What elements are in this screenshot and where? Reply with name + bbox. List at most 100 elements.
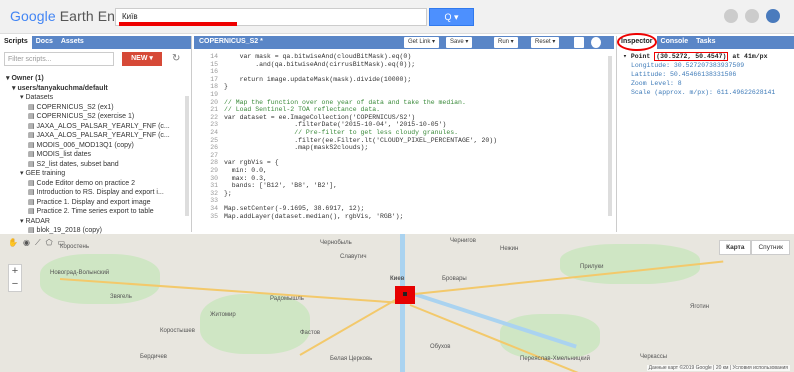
- code-line[interactable]: bands: ['B12', 'B8', 'B2'],: [224, 182, 337, 190]
- code-line[interactable]: var rgbVis = {: [224, 159, 279, 167]
- filter-scripts-input[interactable]: Filter scripts...: [4, 52, 114, 66]
- folder-item[interactable]: ▾ users/tanyakuchma/default: [6, 84, 191, 94]
- map-tools: ✋ ◉ ⟋ ⬠ ▭: [8, 238, 65, 248]
- map-label: Черкассы: [640, 354, 668, 360]
- code-line[interactable]: .filterDate('2015-10-04', '2015-10-05'): [224, 121, 446, 129]
- help-icon[interactable]: [724, 9, 738, 23]
- script-title: COPERNICUS_S2 *: [199, 38, 263, 45]
- code-line[interactable]: Map.addLayer(dataset.median(), rgbVis, '…: [224, 213, 403, 221]
- settings-icon[interactable]: [591, 37, 601, 48]
- line-number: 35: [210, 212, 218, 220]
- code-editor-panel: COPERNICUS_S2 * Get Link ▾ Save ▾ Run ▾ …: [194, 36, 614, 232]
- map-label: Чернобыль: [320, 240, 352, 246]
- avatar[interactable]: [766, 9, 780, 23]
- map-type-satellite-button[interactable]: Спутник: [751, 240, 790, 255]
- code-line[interactable]: min: 0.0,: [224, 167, 267, 175]
- map-label: Звягель: [110, 294, 132, 300]
- script-item[interactable]: ▤ JAXA_ALOS_PALSAR_YEARLY_FNF (c...: [6, 122, 191, 132]
- map-label: Яготин: [690, 304, 710, 310]
- map-label: Коростышев: [160, 328, 195, 334]
- zoom-level-row: Zoom Level: 8: [631, 80, 682, 87]
- folder-item[interactable]: ▾ Owner (1): [6, 74, 191, 84]
- line-tool-icon[interactable]: ⟋: [35, 238, 41, 248]
- rectangle-tool-icon[interactable]: ▭: [58, 238, 66, 248]
- code-line[interactable]: return image.updateMask(mask).divide(100…: [224, 76, 412, 84]
- script-item[interactable]: ▤ S2_list dates, subset band: [6, 160, 191, 170]
- zoom-out-button[interactable]: −: [9, 278, 21, 291]
- tab-console[interactable]: Console: [657, 36, 693, 49]
- point-tool-icon[interactable]: ◉: [23, 238, 30, 248]
- map-attribution: Данные карт ©2019 Google | 20 км | Услов…: [646, 365, 790, 371]
- script-item[interactable]: ▤ Practice 2. Time series export to tabl…: [6, 207, 191, 217]
- map-label: Обухов: [430, 344, 451, 350]
- forest-area: [40, 254, 160, 304]
- script-item[interactable]: ▤ COPERNICUS_S2 (ex1): [6, 103, 191, 113]
- line-number: 19: [210, 91, 218, 98]
- line-number: 14: [210, 53, 218, 60]
- script-item[interactable]: ▤ Practice 1. Display and export image: [6, 198, 191, 208]
- code-line[interactable]: }: [224, 83, 228, 91]
- zoom-in-button[interactable]: +: [9, 265, 21, 278]
- code-line[interactable]: };: [224, 190, 232, 198]
- apps-grid-icon[interactable]: [745, 9, 759, 23]
- script-item[interactable]: ▤ Code Editor demo on practice 2: [6, 179, 191, 189]
- new-script-button[interactable]: NEW ▾: [122, 52, 162, 66]
- point-header[interactable]: ▾ Point (30.5272, 50.4547) at 41m/px: [623, 52, 788, 61]
- map-label: Бровары: [442, 276, 467, 282]
- longitude-row: Longitude: 30.527207383937509: [631, 62, 745, 69]
- save-button[interactable]: Save ▾: [446, 37, 473, 48]
- folder-item[interactable]: ▾ GEE training: [6, 169, 191, 179]
- highlight-circle: [617, 33, 657, 51]
- line-number: 17: [210, 75, 218, 83]
- logo-google-text: Google: [10, 8, 56, 24]
- line-number: 33: [210, 197, 218, 205]
- search-button[interactable]: Q ▾: [429, 8, 474, 26]
- map-view[interactable]: Коростень Новоград-Волынский Радомышль Ж…: [0, 234, 794, 372]
- map-type-map-button[interactable]: Карта: [719, 240, 752, 255]
- code-line[interactable]: var dataset = ee.ImageCollection('COPERN…: [224, 114, 415, 122]
- code-line[interactable]: .filter(ee.Filter.lt('CLOUDY_PIXEL_PERCE…: [224, 137, 497, 145]
- point-label: ▾ Point: [623, 53, 651, 60]
- code-line[interactable]: Map.setCenter(-9.1695, 38.6917, 12);: [224, 205, 364, 213]
- search-input[interactable]: Київ: [115, 8, 427, 26]
- script-item[interactable]: ▤ MODIS_006_MOD13Q1 (copy): [6, 141, 191, 151]
- code-line[interactable]: max: 0.3,: [224, 175, 267, 183]
- run-button[interactable]: Run ▾: [494, 37, 518, 48]
- line-number: 30: [210, 174, 218, 182]
- script-tree: ▾ Owner (1) ▾ users/tanyakuchma/default ▾ …: [0, 74, 191, 236]
- forest-area: [200, 294, 310, 354]
- folder-item[interactable]: ▾ Datasets: [6, 93, 191, 103]
- tab-assets[interactable]: Assets: [57, 36, 88, 49]
- scrollbar[interactable]: [185, 96, 189, 216]
- hand-tool-icon[interactable]: ✋: [8, 238, 18, 248]
- left-tabs: Scripts Docs Assets: [0, 36, 191, 49]
- code-line[interactable]: // Map the function over one year of dat…: [224, 99, 466, 107]
- search-input-value: Київ: [122, 12, 138, 21]
- code-area[interactable]: 14 var mask = qa.bitwiseAnd(cloudBitMask…: [194, 51, 609, 232]
- tab-docs[interactable]: Docs: [32, 36, 57, 49]
- apps-icon[interactable]: [574, 37, 584, 48]
- folder-item[interactable]: ▾ RADAR: [6, 217, 191, 227]
- code-line[interactable]: var mask = qa.bitwiseAnd(cloudBitMask).e…: [224, 53, 412, 61]
- code-line[interactable]: .and(qa.bitwiseAnd(cirrusBitMask).eq(0))…: [224, 61, 415, 69]
- script-item[interactable]: ▤ COPERNICUS_S2 (exercise 1): [6, 112, 191, 122]
- scrollbar[interactable]: [608, 56, 612, 216]
- code-line[interactable]: .map(maskS2clouds);: [224, 144, 368, 152]
- code-line[interactable]: // Load Sentinel-2 TOA reflectance data.: [224, 106, 380, 114]
- zoom-control: + −: [8, 264, 22, 292]
- get-link-button[interactable]: Get Link ▾: [404, 37, 440, 48]
- line-number: 31: [210, 182, 218, 190]
- inspector-panel: Inspector Console Tasks ▾ Point (30.5272…: [616, 33, 794, 232]
- tab-tasks[interactable]: Tasks: [692, 36, 719, 49]
- polygon-tool-icon[interactable]: ⬠: [46, 238, 53, 248]
- reset-button[interactable]: Reset ▾: [531, 37, 560, 48]
- script-item[interactable]: ▤ MODIS_list dates: [6, 150, 191, 160]
- refresh-icon[interactable]: ↻: [172, 53, 180, 64]
- code-line[interactable]: // Pre-filter to get less cloudy granule…: [224, 129, 458, 137]
- script-item[interactable]: ▤ Introduction to RS. Display and export…: [6, 188, 191, 198]
- line-number: 29: [210, 167, 218, 174]
- script-item[interactable]: ▤ JAXA_ALOS_PALSAR_YEARLY_FNF (c...: [6, 131, 191, 141]
- tab-scripts[interactable]: Scripts: [0, 36, 32, 49]
- filter-row: Filter scripts... NEW ▾ ↻: [4, 52, 187, 68]
- map-label: Переяслав-Хмельницкий: [520, 356, 590, 362]
